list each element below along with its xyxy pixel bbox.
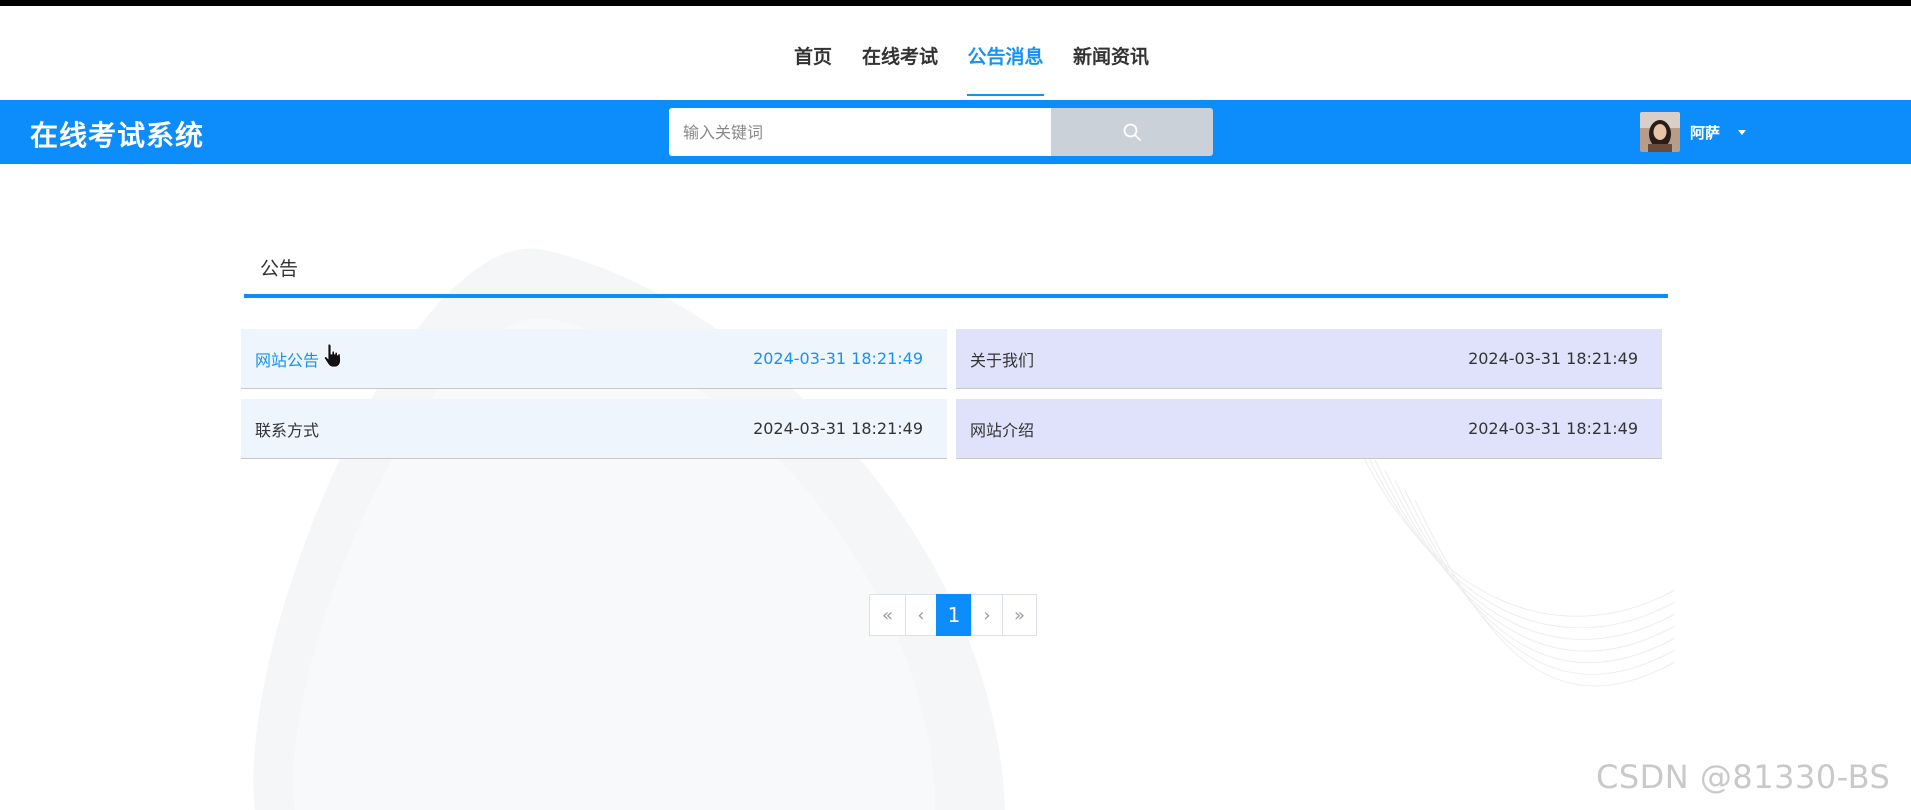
search-icon: [1123, 123, 1141, 141]
section-title: 公告: [260, 258, 299, 280]
search-button[interactable]: [1051, 108, 1213, 156]
notice-time: 2024-03-31 18:21:49: [1468, 349, 1638, 368]
nav-item-news[interactable]: 新闻资讯: [1072, 40, 1150, 96]
user-menu[interactable]: 阿萨: [1640, 106, 1747, 158]
nav-item-notices[interactable]: 公告消息: [967, 40, 1044, 96]
notice-time: 2024-03-31 18:21:49: [753, 349, 923, 368]
nav-item-online-exam[interactable]: 在线考试: [860, 40, 940, 96]
page-last-button[interactable]: »: [1002, 594, 1037, 636]
page: 首页 在线考试 公告消息 新闻资讯 在线考试系统 输入关键词 阿萨 公告 网站公…: [0, 0, 1911, 810]
list-item[interactable]: 联系方式 2024-03-31 18:21:49: [241, 399, 947, 459]
list-item[interactable]: 网站介绍 2024-03-31 18:21:49: [956, 399, 1662, 459]
site-title[interactable]: 在线考试系统: [30, 114, 204, 154]
top-navigation: 首页 在线考试 公告消息 新闻资讯: [0, 40, 1911, 96]
pagination: « ‹ 1 › »: [869, 594, 1037, 636]
background-decoration: [253, 248, 1676, 810]
notice-title[interactable]: 网站公告: [255, 347, 319, 371]
page-next-button[interactable]: ›: [971, 594, 1003, 636]
notice-title[interactable]: 联系方式: [255, 417, 319, 441]
search-input[interactable]: [669, 108, 1051, 156]
window-top-border: [0, 0, 1911, 6]
avatar-image: [1640, 112, 1680, 152]
avatar[interactable]: [1640, 112, 1680, 152]
watermark: CSDN @81330-BS: [1596, 758, 1891, 796]
list-item[interactable]: 网站公告 2024-03-31 18:21:49: [241, 329, 947, 389]
search-box: [669, 108, 1213, 156]
header-bar: 在线考试系统 阿萨: [0, 100, 1911, 164]
list-item[interactable]: 关于我们 2024-03-31 18:21:49: [956, 329, 1662, 389]
caret-down-icon[interactable]: [1738, 129, 1747, 135]
page-first-button[interactable]: «: [869, 594, 906, 636]
page-number-current[interactable]: 1: [936, 594, 972, 636]
section-divider: [244, 294, 1668, 298]
nav-item-home[interactable]: 首页: [792, 40, 834, 96]
notice-time: 2024-03-31 18:21:49: [1468, 419, 1638, 438]
notice-title[interactable]: 网站介绍: [970, 417, 1034, 441]
user-name[interactable]: 阿萨: [1690, 122, 1720, 143]
page-prev-button[interactable]: ‹: [905, 594, 937, 636]
notice-title[interactable]: 关于我们: [970, 347, 1034, 371]
notice-time: 2024-03-31 18:21:49: [753, 419, 923, 438]
